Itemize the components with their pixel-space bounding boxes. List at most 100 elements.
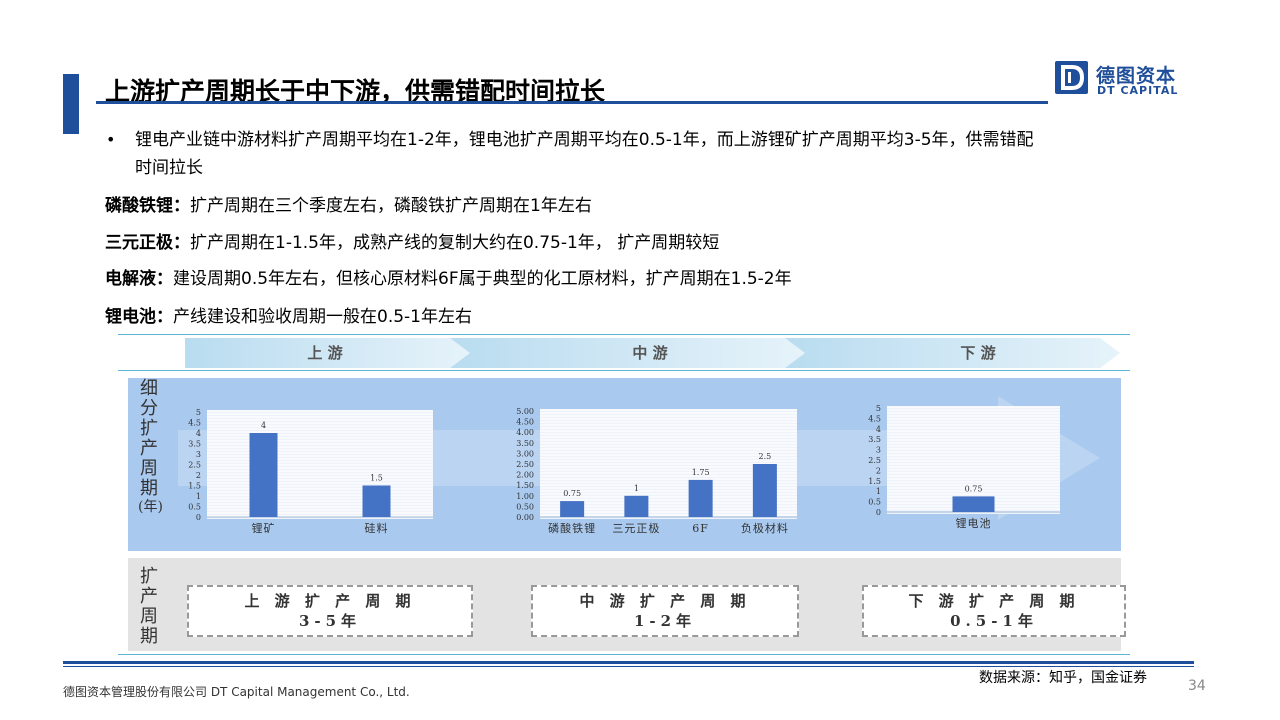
- diagram-header-line: [118, 370, 1130, 371]
- y-tick-label: 1: [876, 487, 881, 496]
- stage-label-midstream: 中 游: [632, 344, 667, 362]
- row-label-bottom: 扩 产 周 期: [138, 567, 160, 647]
- stage-label-downstream: 下 游: [960, 344, 995, 362]
- y-tick-label: 1.5: [868, 477, 881, 486]
- y-tick-label: 2.50: [516, 460, 534, 469]
- row-label-char: 产: [140, 438, 158, 459]
- category-label: 锂矿: [252, 521, 276, 535]
- row-label-char: (年): [138, 499, 163, 515]
- category-label: 负极材料: [741, 521, 789, 535]
- point-label: 磷酸铁锂：: [105, 196, 190, 216]
- y-tick-label: 0.00: [516, 513, 534, 522]
- row-label-char: 分: [140, 398, 158, 419]
- stage-midstream-shape: [450, 338, 805, 368]
- category-label: 磷酸铁锂: [548, 521, 596, 535]
- y-tick-label: 0: [876, 508, 881, 517]
- y-tick-label: 3.00: [516, 449, 534, 458]
- y-tick-label: 2: [876, 466, 881, 475]
- y-tick-label: 4.50: [516, 418, 534, 427]
- data-label: 4: [261, 421, 266, 430]
- row-label-char: 细: [140, 378, 158, 399]
- row-label-top: 细 分 扩 产 周 期 (年): [138, 378, 163, 516]
- category-label: 三元正极: [612, 521, 660, 535]
- y-tick-label: 3: [876, 446, 881, 455]
- data-label: 1: [634, 484, 639, 493]
- row-label-char: 周: [140, 606, 158, 627]
- y-tick-label: 5.00: [516, 407, 534, 416]
- category-label: 锂电池: [956, 516, 992, 530]
- logo-d-icon: [1055, 61, 1088, 94]
- y-tick-label: 3.5: [188, 440, 201, 449]
- title-underline: [96, 101, 1048, 104]
- y-tick-label: 4.00: [516, 428, 534, 437]
- row-label-char: 扩: [140, 418, 158, 439]
- point-text: 产线建设和验收周期一般在0.5-1年左右: [173, 307, 472, 327]
- y-tick-label: 0.50: [516, 502, 534, 511]
- y-tick-label: 2.5: [188, 461, 201, 470]
- data-label: 1.5: [370, 474, 383, 483]
- bar: [624, 495, 649, 517]
- stage-chevrons: 上 游 中 游 下 游: [185, 338, 1120, 368]
- point-label: 三元正极：: [105, 233, 190, 253]
- row-label-char: 周: [140, 458, 158, 479]
- y-tick-label: 5: [876, 404, 881, 413]
- bar: [560, 501, 585, 517]
- y-tick-label: 1.50: [516, 481, 534, 490]
- y-tick-label: 3.5: [868, 435, 881, 444]
- bullet-symbol: •: [106, 130, 116, 149]
- y-tick-label: 0.5: [868, 498, 881, 507]
- bar: [688, 479, 713, 517]
- bullet-line-1: 锂电产业链中游材料扩产周期平均在1-2年，锂电池扩产周期平均在0.5-1年，而上…: [135, 130, 1034, 150]
- point-battery: 锂电池：产线建设和验收周期一般在0.5-1年左右: [105, 305, 472, 329]
- category-label: 硅料: [365, 521, 389, 535]
- chart-downstream: 00.5 11.5 22.53 3.54 4.55 0.75 锂电池: [868, 404, 1060, 530]
- y-tick-label: 0: [196, 513, 201, 522]
- stage-downstream-shape: [785, 338, 1120, 368]
- row-label-char: 期: [140, 626, 158, 647]
- cycle-title: 中 游 扩 产 周 期: [579, 592, 751, 610]
- point-ncm: 三元正极：扩产周期在1-1.5年，成熟产线的复制大约在0.75-1年， 扩产周期…: [105, 231, 719, 255]
- chart-midstream: 0.00 0.501.00 1.502.00 2.50 3.003.50 4.004.50…: [516, 407, 797, 535]
- company-logo: 德图资本 DT CAPITAL: [1055, 61, 1190, 97]
- cycle-value: 0.5-1年: [950, 612, 1038, 630]
- footer-line: [63, 661, 1194, 664]
- y-tick-label: 2.00: [516, 471, 534, 480]
- chart-upstream: 00.511.522.533.544.554锂矿1.5硅料: [188, 408, 433, 535]
- bar: [249, 433, 278, 517]
- bullet-line-2: 时间拉长: [135, 158, 203, 178]
- point-text: 扩产周期在三个季度左右，磷酸铁扩产周期在1年左右: [190, 196, 592, 216]
- data-label: 0.75: [563, 489, 581, 498]
- y-tick-label: 5: [196, 408, 201, 417]
- point-label: 电解液：: [105, 269, 173, 289]
- title-accent-bar: [63, 74, 79, 134]
- point-text: 扩产周期在1-1.5年，成熟产线的复制大约在0.75-1年， 扩产周期较短: [190, 233, 720, 253]
- data-label: 0.75: [965, 484, 983, 493]
- category-label: 6F: [692, 522, 709, 535]
- y-tick-label: 3.50: [516, 439, 534, 448]
- y-tick-label: 4: [196, 429, 201, 438]
- cycle-box-upstream: 上 游 扩 产 周 期 3-5年: [187, 585, 473, 637]
- row-label-char: 期: [140, 478, 158, 499]
- y-tick-label: 1.5: [188, 482, 201, 491]
- point-lfp: 磷酸铁锂：扩产周期在三个季度左右，磷酸铁扩产周期在1年左右: [105, 194, 592, 218]
- data-label: 2.5: [759, 452, 772, 461]
- diagram-bottom-line: [118, 654, 1130, 655]
- bar: [952, 496, 995, 512]
- row-label-char: 扩: [140, 566, 158, 587]
- diagram-top-line: [118, 334, 1130, 335]
- logo-en-text: DT CAPITAL: [1097, 84, 1179, 97]
- y-tick-label: 4.5: [868, 414, 881, 423]
- data-label: 1.75: [692, 468, 710, 477]
- row-label-char: 产: [140, 586, 158, 607]
- y-tick-label: 1.00: [516, 492, 534, 501]
- cycle-box-midstream: 中 游 扩 产 周 期 1-2年: [531, 585, 799, 637]
- point-electrolyte: 电解液：建设周期0.5年左右，但核心原材料6F属于典型的化工原材料，扩产周期在1…: [105, 267, 792, 291]
- y-tick-label: 2: [196, 471, 201, 480]
- cycle-title: 上 游 扩 产 周 期: [244, 592, 416, 610]
- y-tick-label: 4: [876, 425, 881, 434]
- point-text: 建设周期0.5年左右，但核心原材料6F属于典型的化工原材料，扩产周期在1.5-2…: [173, 269, 792, 289]
- stage-label-upstream: 上 游: [307, 344, 342, 362]
- point-label: 锂电池：: [105, 307, 173, 327]
- page-number: 34: [1188, 678, 1206, 694]
- bar: [752, 464, 777, 517]
